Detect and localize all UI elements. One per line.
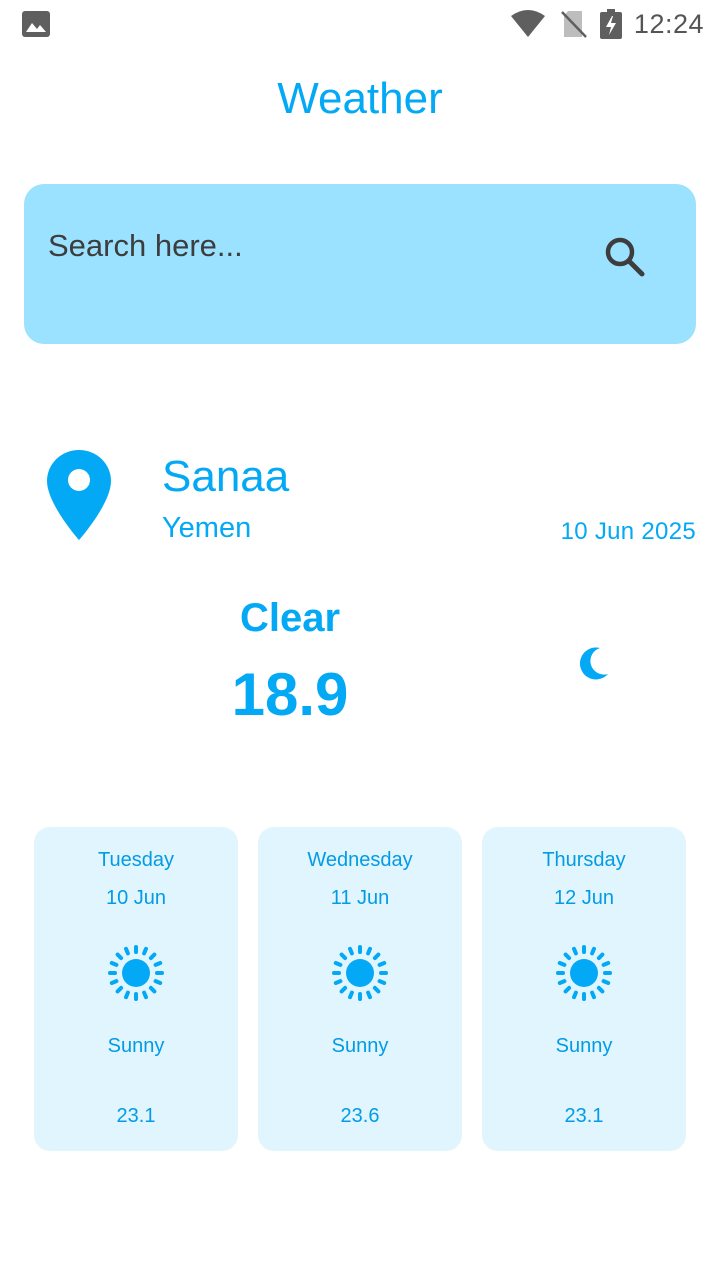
forecast-day: Wednesday <box>307 849 413 871</box>
wifi-icon <box>510 10 545 37</box>
sun-icon <box>556 945 612 1001</box>
page-title: Weather <box>277 74 443 123</box>
country-name: Yemen <box>162 512 252 544</box>
forecast-date: 10 Jun <box>105 887 167 909</box>
search-icon[interactable] <box>602 234 648 280</box>
current-condition: Clear <box>239 596 341 640</box>
search-box <box>24 184 696 344</box>
forecast-card: Tuesday 10 Jun Sunny 23.1 <box>34 827 238 1151</box>
status-bar: 12:24 <box>0 0 720 48</box>
forecast-card: Thursday 12 Jun Sunny 23.1 <box>482 827 686 1151</box>
current-temperature: 18.9 <box>231 661 349 728</box>
forecast-date: 12 Jun <box>553 887 615 909</box>
no-sim-icon <box>561 11 587 38</box>
sun-icon <box>108 945 164 1001</box>
forecast-condition: Sunny <box>555 1035 613 1057</box>
forecast-temperature: 23.1 <box>564 1105 604 1127</box>
forecast-day: Thursday <box>542 849 626 871</box>
forecast-card: Wednesday 11 Jun Sunny 23.6 <box>258 827 462 1151</box>
location-pin-icon <box>47 450 111 540</box>
moon-icon <box>579 647 608 680</box>
city-name: Sanaa <box>162 452 290 501</box>
forecast-day: Tuesday <box>98 849 174 871</box>
forecast-list: Tuesday 10 Jun Sunny 23.1 Wednesday 11 J… <box>34 827 686 1151</box>
search-input[interactable] <box>48 224 568 268</box>
forecast-temperature: 23.1 <box>116 1105 156 1127</box>
battery-charging-icon <box>599 9 622 39</box>
forecast-condition: Sunny <box>331 1035 389 1057</box>
current-date: 10 Jun 2025 <box>560 518 696 545</box>
sun-icon <box>332 945 388 1001</box>
gallery-icon <box>22 11 50 37</box>
forecast-temperature: 23.6 <box>340 1105 380 1127</box>
status-time: 12:24 <box>633 8 704 39</box>
forecast-condition: Sunny <box>107 1035 165 1057</box>
forecast-date: 11 Jun <box>330 887 390 909</box>
